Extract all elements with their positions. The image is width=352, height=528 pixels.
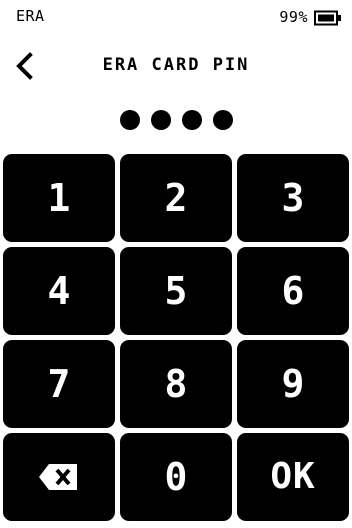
key-label: 2 <box>164 176 188 220</box>
key-label: OK <box>270 456 316 497</box>
battery-percent: 99% <box>279 8 308 26</box>
pin-dot-filled <box>181 110 202 130</box>
key-label: 6 <box>281 269 305 313</box>
pin-dot-filled <box>150 110 171 130</box>
key-5[interactable]: 5 <box>120 247 232 335</box>
keypad: 1 2 3 4 5 6 7 8 9 0 OK <box>3 154 349 528</box>
key-2[interactable]: 2 <box>120 154 232 242</box>
key-label: 1 <box>47 176 71 220</box>
key-1[interactable]: 1 <box>3 154 115 242</box>
key-4[interactable]: 4 <box>3 247 115 335</box>
key-9[interactable]: 9 <box>237 340 349 428</box>
key-3[interactable]: 3 <box>237 154 349 242</box>
key-label: 8 <box>164 362 188 406</box>
key-7[interactable]: 7 <box>3 340 115 428</box>
battery-icon <box>314 10 341 26</box>
pin-dot-filled <box>119 110 140 130</box>
status-bar: ERA 99% <box>0 0 352 34</box>
page-title: ERA CARD PIN <box>102 55 250 75</box>
backspace-icon <box>39 464 77 490</box>
key-8[interactable]: 8 <box>120 340 232 428</box>
key-label: 5 <box>164 269 188 313</box>
key-label: 0 <box>164 455 188 499</box>
header: ERA CARD PIN <box>0 48 352 84</box>
ok-button[interactable]: OK <box>237 433 349 521</box>
key-label: 7 <box>47 362 71 406</box>
key-label: 3 <box>281 176 305 220</box>
key-label: 9 <box>281 362 305 406</box>
carrier-name: ERA <box>16 7 45 25</box>
pin-dot-filled <box>212 110 233 130</box>
key-6[interactable]: 6 <box>237 247 349 335</box>
pin-indicator <box>0 110 352 132</box>
backspace-button[interactable] <box>3 433 115 521</box>
key-label: 4 <box>47 269 71 313</box>
key-0[interactable]: 0 <box>120 433 232 521</box>
